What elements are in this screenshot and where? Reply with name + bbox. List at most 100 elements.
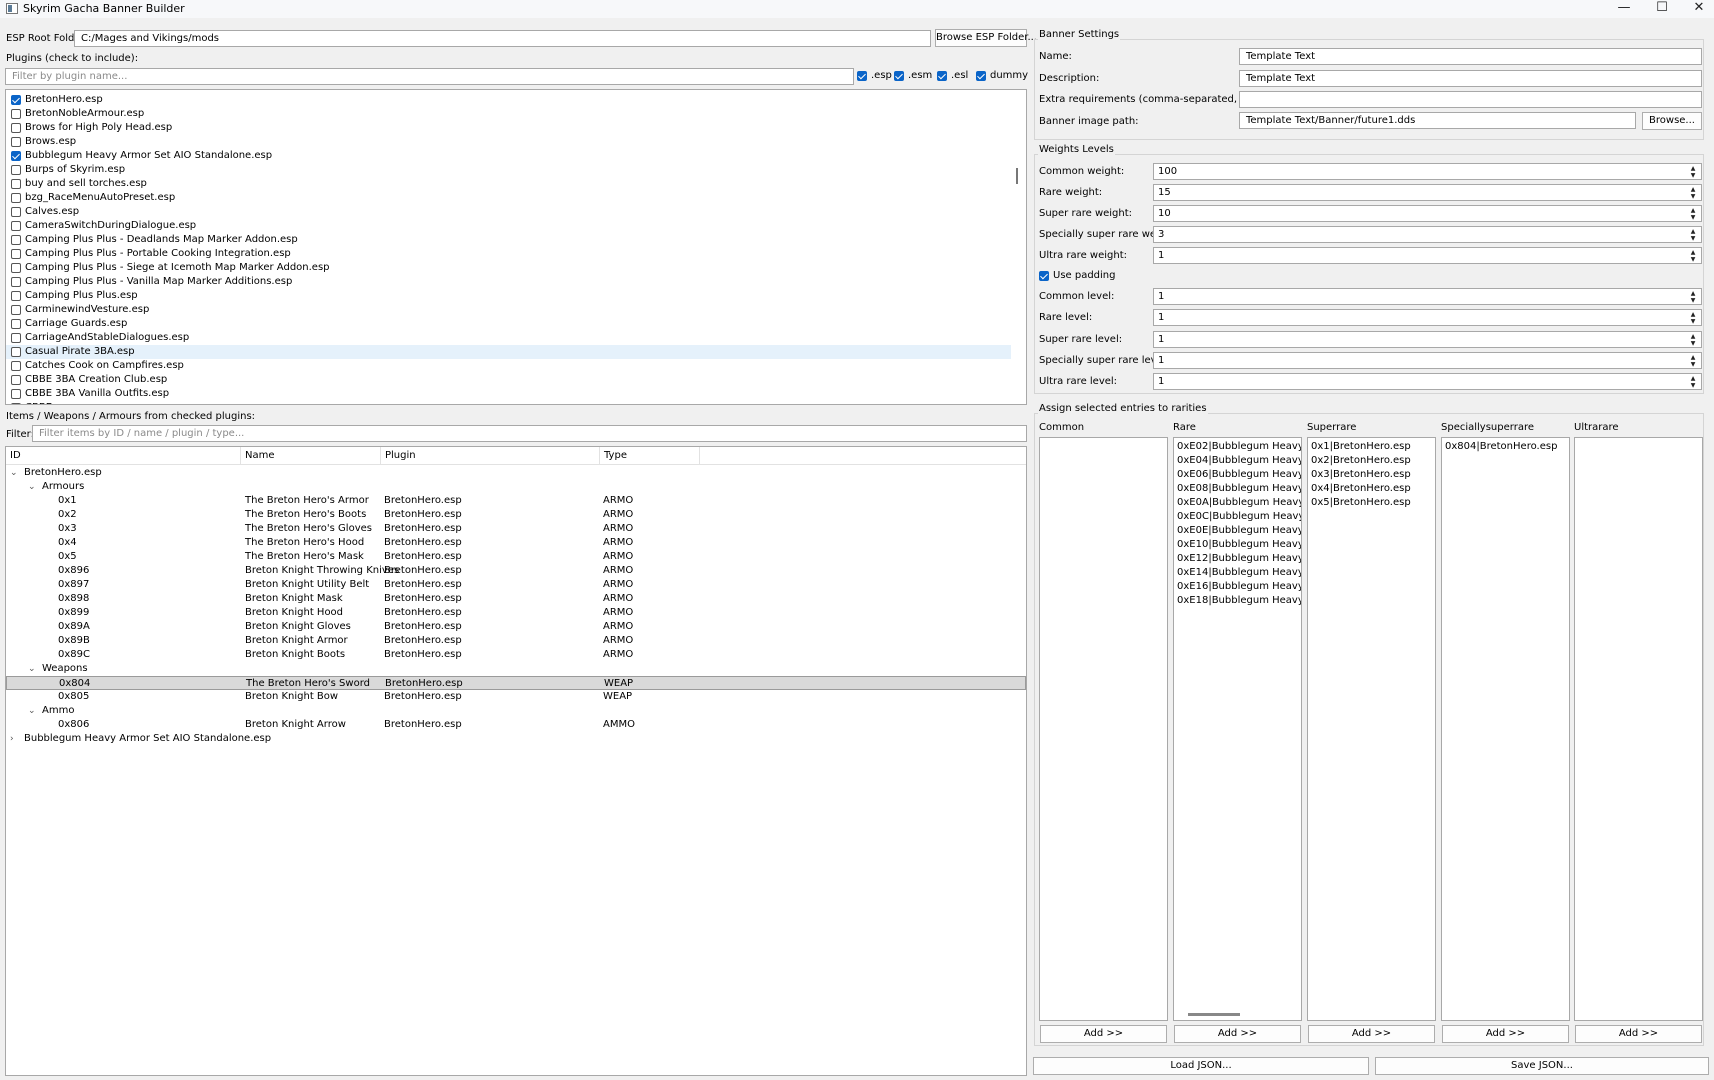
tree-row[interactable]: 0x89A Breton Knight Gloves BretonHero.esp A… [6,620,1026,634]
plugin-item[interactable]: Casual Pirate 3BA.esp [6,345,1011,359]
tree-row[interactable]: 0x5 The Breton Hero's Mask BretonHero.esp A… [6,550,1026,564]
column-header-name[interactable]: Name [241,447,381,465]
browse-esp-folder-button[interactable]: Browse ESP Folder... [935,29,1037,47]
save-json-button[interactable]: Save JSON... [1375,1057,1709,1075]
maximize-button[interactable]: ☐ [1642,0,1682,18]
weight-spinbox[interactable]: 3 ▲ ▼ [1153,226,1702,243]
plugin-item[interactable]: Burps of Skyrim.esp [6,163,1011,177]
plugin-item[interactable]: CBBE 3BA Creation Club.esp [6,373,1011,387]
plugin-checkbox[interactable] [11,221,21,231]
column-header-plugin[interactable]: Plugin [381,447,600,465]
spin-arrows-icon[interactable]: ▲ ▼ [1689,228,1697,242]
rarity-entry[interactable]: 0xE08|Bubblegum Heavy Armor Set AIO Stan… [1177,482,1301,496]
tree-row[interactable]: › Bubblegum Heavy Armor Set AIO Standalon… [6,732,1026,746]
plugin-checkbox[interactable] [11,347,21,357]
rarity-entry[interactable]: 0xE14|Bubblegum Heavy Armor Set AIO Stan… [1177,566,1301,580]
use-padding-checkbox[interactable] [1039,271,1049,281]
plugin-checkbox[interactable] [11,109,21,119]
tree-row[interactable]: ⌄ BretonHero.esp [6,466,1026,480]
plugin-checkbox[interactable] [11,123,21,133]
add-superrare-button[interactable]: Add >> [1308,1025,1435,1043]
plugin-list-scrollbar[interactable] [1016,168,1018,184]
tree-row[interactable]: 0x805 Breton Knight Bow BretonHero.esp WEAP [6,690,1026,704]
tree-row[interactable]: 0x899 Breton Knight Hood BretonHero.esp ARM… [6,606,1026,620]
tree-row[interactable]: 0x806 Breton Knight Arrow BretonHero.esp AM… [6,718,1026,732]
plugin-checkbox[interactable] [11,235,21,245]
tree-row[interactable]: ⌄ Weapons [6,662,1026,676]
weight-spinbox[interactable]: 1 ▲ ▼ [1153,331,1702,348]
chevron-down-icon[interactable]: ⌄ [28,480,36,494]
rarity-entry[interactable]: 0x1|BretonHero.esp [1311,440,1411,454]
column-header-type[interactable]: Type [600,447,700,465]
chevron-down-icon[interactable]: ⌄ [28,662,36,676]
spin-arrows-icon[interactable]: ▲ ▼ [1689,311,1697,325]
plugin-checkbox[interactable] [11,291,21,301]
tree-row[interactable]: ⌄ Ammo [6,704,1026,718]
add-ultrarare-button[interactable]: Add >> [1575,1025,1702,1043]
filter-checkbox[interactable] [976,71,986,81]
plugin-item[interactable]: buy and sell torches.esp [6,177,1011,191]
chevron-right-icon[interactable]: › [10,732,14,746]
plugin-item[interactable]: Camping Plus Plus - Vanilla Map Marker A… [6,275,1011,289]
weight-spinbox[interactable]: 1 ▲ ▼ [1153,373,1702,390]
tree-row[interactable]: 0x2 The Breton Hero's Boots BretonHero.esp… [6,508,1026,522]
plugin-checkbox[interactable] [11,151,21,161]
weight-spinbox[interactable]: 10 ▲ ▼ [1153,205,1702,222]
plugin-item[interactable]: CameraSwitchDuringDialogue.esp [6,219,1011,233]
add-rare-button[interactable]: Add >> [1174,1025,1301,1043]
plugin-checkbox[interactable] [11,137,21,147]
tree-row[interactable]: 0x89B Breton Knight Armor BretonHero.esp AR… [6,634,1026,648]
banner-description-input[interactable]: Template Text [1239,70,1702,87]
rarity-entry[interactable]: 0xE0A|Bubblegum Heavy Armor Set AIO Stan… [1177,496,1301,510]
filter-checkbox[interactable] [894,71,904,81]
weight-spinbox[interactable]: 15 ▲ ▼ [1153,184,1702,201]
rarity-entry[interactable]: 0xE18|Bubblegum Heavy Armor Set AIO Stan… [1177,594,1301,608]
browse-image-button[interactable]: Browse... [1642,112,1702,130]
plugin-checkbox[interactable] [11,305,21,315]
add-common-button[interactable]: Add >> [1040,1025,1167,1043]
tree-row[interactable]: 0x898 Breton Knight Mask BretonHero.esp ARM… [6,592,1026,606]
plugin-item[interactable]: bzg_RaceMenuAutoPreset.esp [6,191,1011,205]
chevron-down-icon[interactable]: ⌄ [10,466,18,480]
esp-root-input[interactable]: C:/Mages and Vikings/mods [74,30,931,47]
chevron-down-icon[interactable]: ⌄ [28,704,36,718]
weight-spinbox[interactable]: 100 ▲ ▼ [1153,163,1702,180]
weight-spinbox[interactable]: 1 ▲ ▼ [1153,352,1702,369]
horizontal-scrollbar[interactable] [1188,1013,1240,1016]
plugin-checkbox[interactable] [11,179,21,189]
spin-arrows-icon[interactable]: ▲ ▼ [1689,354,1697,368]
weight-spinbox[interactable]: 1 ▲ ▼ [1153,309,1702,326]
plugin-item[interactable]: Bubblegum Heavy Armor Set AIO Standalone… [6,149,1011,163]
plugin-item[interactable]: Camping Plus Plus - Deadlands Map Marker… [6,233,1011,247]
plugin-item[interactable]: Camping Plus Plus - Portable Cooking Int… [6,247,1011,261]
tree-row[interactable]: 0x804 The Breton Hero's Sword BretonHero.e… [6,676,1026,690]
plugin-checkbox[interactable] [11,319,21,329]
rarity-entry[interactable]: 0x2|BretonHero.esp [1311,454,1411,468]
plugin-item[interactable]: Brows.esp [6,135,1011,149]
spin-arrows-icon[interactable]: ▲ ▼ [1689,207,1697,221]
plugin-checkbox[interactable] [11,193,21,203]
filter-checkbox[interactable] [937,71,947,81]
tree-row[interactable]: 0x897 Breton Knight Utility Belt BretonHer… [6,578,1026,592]
rarity-entry[interactable]: 0x4|BretonHero.esp [1311,482,1411,496]
rarity-entry[interactable]: 0xE16|Bubblegum Heavy Armor Set AIO Stan… [1177,580,1301,594]
tree-row[interactable]: 0x89C Breton Knight Boots BretonHero.esp AR… [6,648,1026,662]
tree-row[interactable]: 0x4 The Breton Hero's Hood BretonHero.esp A… [6,536,1026,550]
plugin-item[interactable]: Camping Plus Plus.esp [6,289,1011,303]
rarity-list-rare[interactable]: 0xE02|Bubblegum Heavy Armor Set AIO Stan… [1173,437,1302,1021]
plugin-filter-input[interactable]: Filter by plugin name... [5,68,854,85]
spin-arrows-icon[interactable]: ▲ ▼ [1689,165,1697,179]
plugin-checkbox[interactable] [11,277,21,287]
plugin-checkbox[interactable] [11,389,21,399]
rarity-entry[interactable]: 0xE04|Bubblegum Heavy Armor Set AIO Stan… [1177,454,1301,468]
rarity-entry[interactable]: 0x5|BretonHero.esp [1311,496,1411,510]
plugin-checkbox[interactable] [11,333,21,343]
spin-arrows-icon[interactable]: ▲ ▼ [1689,290,1697,304]
plugin-item[interactable]: BretonNobleArmour.esp [6,107,1011,121]
rarity-entry[interactable]: 0xE0C|Bubblegum Heavy Armor Set AIO Stan… [1177,510,1301,524]
plugin-item[interactable]: Calves.esp [6,205,1011,219]
rarity-list-ultrarare[interactable] [1574,437,1703,1021]
plugin-item[interactable]: CBBE [6,401,1011,404]
rarity-entry[interactable]: 0xE02|Bubblegum Heavy Armor Set AIO Stan… [1177,440,1301,454]
spin-arrows-icon[interactable]: ▲ ▼ [1689,186,1697,200]
